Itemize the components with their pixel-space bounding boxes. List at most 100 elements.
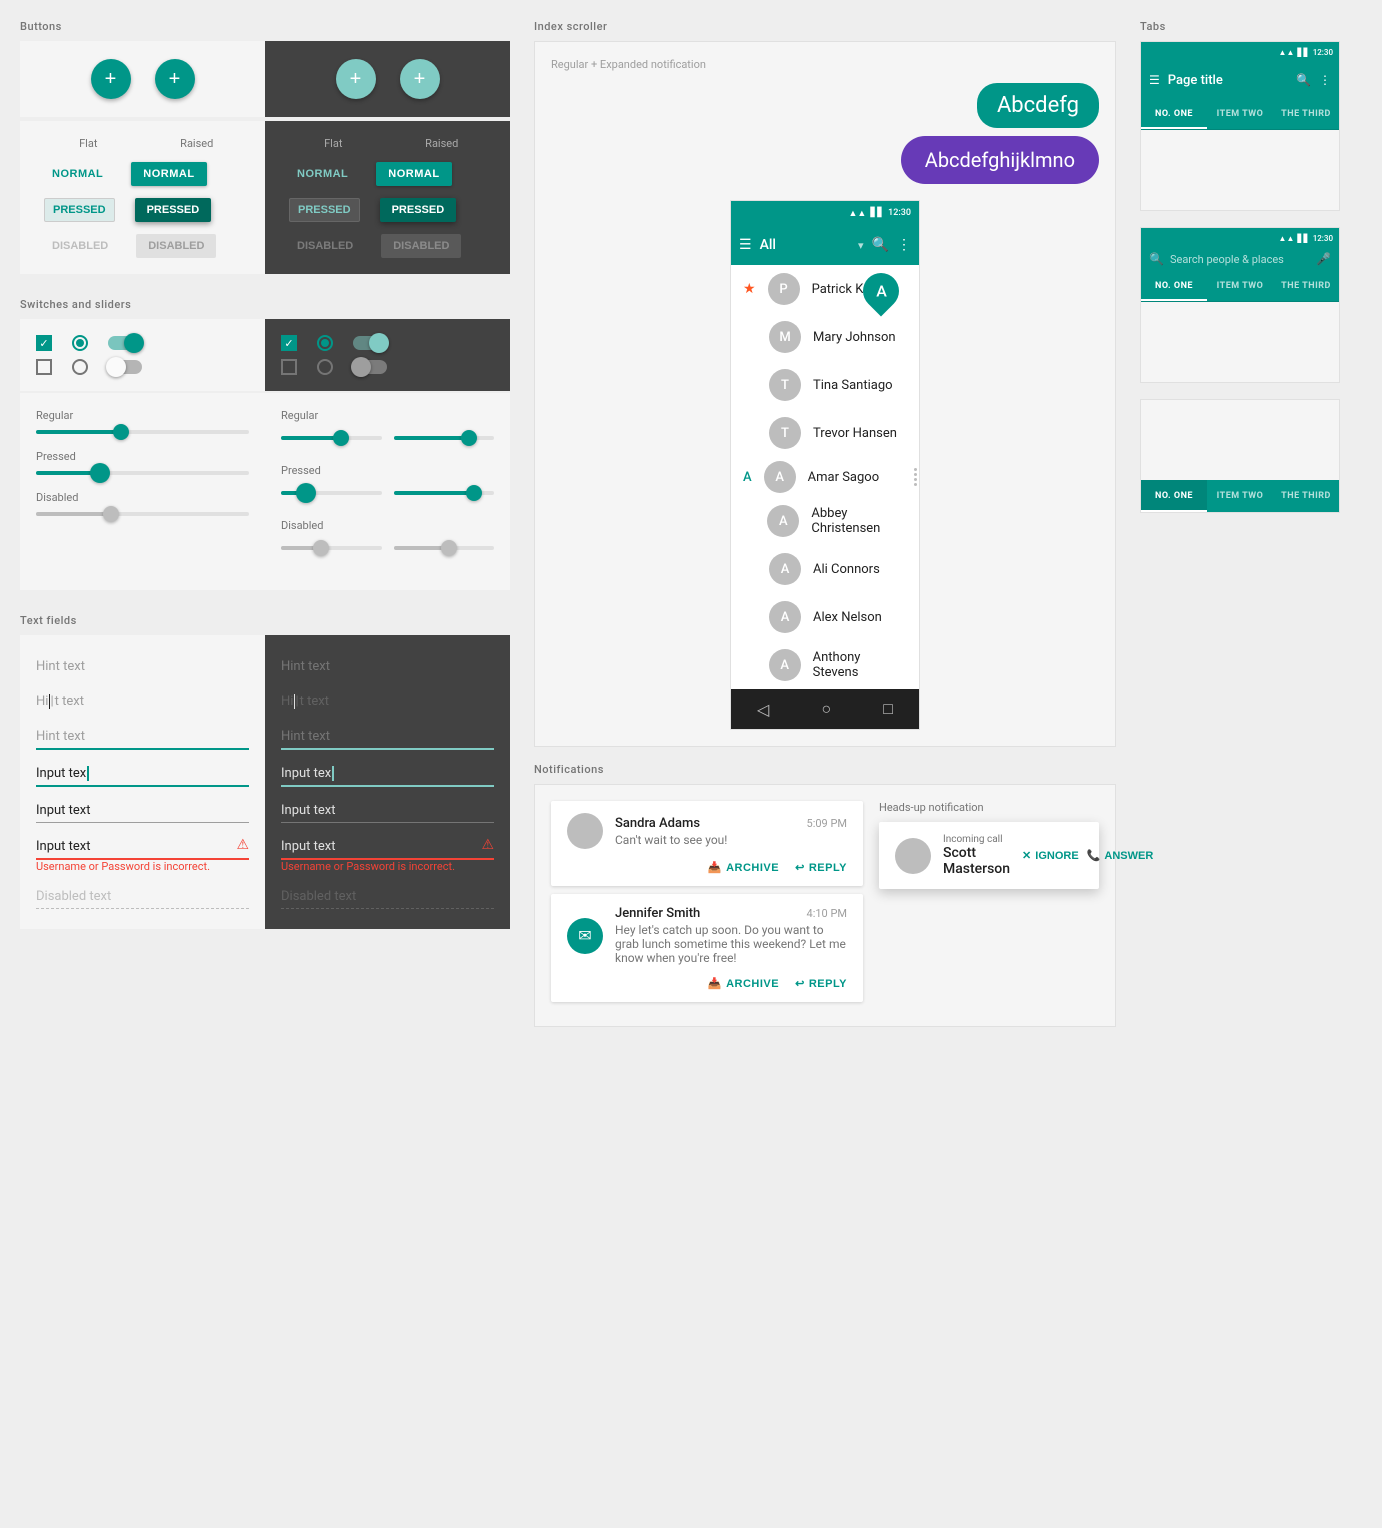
tf-active-light[interactable]: Input tex (36, 762, 249, 787)
normal-raised-light[interactable]: NORMAL (131, 162, 206, 186)
toggle-off-light[interactable] (108, 360, 142, 374)
contact-item-6[interactable]: A Ali Connors (731, 545, 919, 593)
tf-active-dark[interactable]: Input tex (281, 762, 494, 787)
notif-time-1: 5:09 PM (807, 817, 847, 830)
checkbox-off-light[interactable] (36, 359, 52, 375)
checkbox-off-dark[interactable] (281, 359, 297, 375)
toggle-off-dark[interactable] (353, 360, 387, 374)
notif-header-1: Sandra Adams 5:09 PM Can't wait to see y… (567, 813, 847, 849)
tab-3-item[interactable]: THE THIRD (1273, 98, 1339, 129)
radio-off-dark[interactable] (317, 359, 333, 375)
bottom-tab-3[interactable]: THE THIRD (1273, 480, 1339, 512)
tf-filled-light: Input text (36, 799, 249, 823)
tab-2-2-item[interactable]: ITEM TWO (1207, 270, 1273, 301)
normal-flat-light[interactable]: NORMAL (44, 162, 111, 186)
tabs-toolbar-1: ☰ Page title 🔍 ⋮ (1141, 62, 1339, 98)
signal-icon-tab: ▋▋ (1297, 48, 1309, 57)
toggle-on-light[interactable] (108, 336, 142, 350)
tab-search-icon[interactable]: 🔍 (1296, 73, 1311, 87)
tf-focused-light[interactable]: Hint text (36, 725, 249, 750)
fab-dark-button-2[interactable]: + (400, 59, 440, 99)
back-button[interactable]: ◁ (757, 700, 769, 719)
slider-light: Regular Pressed Disa (20, 393, 265, 590)
checkbox-on-dark[interactable]: ✓ (281, 335, 297, 351)
tf-error-input-dark[interactable]: Input text (281, 835, 494, 860)
checkbox-on-light[interactable]: ✓ (36, 335, 52, 351)
tf-error-input-light[interactable]: Input text (36, 835, 249, 860)
fab-button-1[interactable]: + (91, 59, 131, 99)
disabled-raised-dark: DISABLED (381, 234, 461, 258)
normal-row-dark: NORMAL NORMAL (289, 162, 486, 186)
fab-panel: + + + + (20, 41, 510, 117)
slider-track-r1[interactable] (281, 436, 382, 440)
tab-more-icon[interactable]: ⋮ (1319, 73, 1331, 87)
tab-menu-icon[interactable]: ☰ (1149, 73, 1160, 87)
tf-hint-2: Hi|t text (36, 690, 249, 713)
fab-dark-button-1[interactable]: + (336, 59, 376, 99)
tf-focused-dark[interactable]: Hint text (281, 725, 494, 750)
archive-icon-1: 📥 (708, 861, 722, 874)
tf-light: Hint text Hi|t text Hint text Input tex … (20, 635, 265, 929)
contact-item-7[interactable]: A Alex Nelson (731, 593, 919, 641)
pressed-raised-dark[interactable]: PRESSED (380, 198, 457, 222)
tabs-status-bar-2: ▲▲ ▋▋ 12:30 (1141, 228, 1339, 248)
recent-button[interactable]: □ (883, 699, 893, 719)
toggle-on-dark[interactable] (353, 336, 387, 350)
archive-button-2[interactable]: 📥 ARCHIVE (708, 977, 779, 990)
raised-label-dark: Raised (398, 137, 487, 150)
tab-2-1-item[interactable]: NO. ONE (1141, 270, 1207, 301)
bottom-tab-2[interactable]: ITEM TWO (1207, 480, 1273, 512)
reply-button-1[interactable]: ↩ REPLY (795, 861, 847, 874)
contact-name-2: Tina Santiago (813, 378, 893, 393)
menu-icon[interactable]: ☰ (739, 237, 752, 253)
tabs-content-2 (1141, 302, 1339, 382)
archive-button-1[interactable]: 📥 ARCHIVE (708, 861, 779, 874)
radio-on-light[interactable] (72, 335, 88, 351)
tab-2-item[interactable]: ITEM TWO (1207, 98, 1273, 129)
disabled-row-dark: DISABLED DISABLED (289, 234, 486, 258)
labels-row: Flat Raised (44, 137, 241, 150)
notif-name-1: Sandra Adams (615, 816, 700, 831)
home-button[interactable]: ○ (821, 699, 831, 719)
search-icon[interactable]: 🔍 (872, 237, 889, 253)
slider-track-r2[interactable] (394, 436, 495, 440)
ignore-button[interactable]: ✕ IGNORE (1022, 849, 1079, 862)
slider-track-pressed[interactable] (36, 471, 249, 475)
flat-raised-panel: Flat Raised NORMAL NORMAL PRESSED PRESSE… (20, 121, 510, 274)
search-bar-row: 🔍 Search people & places 🎤 (1141, 248, 1339, 270)
wifi-icon-tab2: ▲▲ (1279, 234, 1295, 243)
fab-button-2[interactable]: + (155, 59, 195, 99)
raised-label-light: Raised (153, 137, 242, 150)
contact-avatar-6: A (769, 553, 801, 585)
search-input-label[interactable]: Search people & places (1170, 253, 1310, 266)
reply-button-2[interactable]: ↩ REPLY (795, 977, 847, 990)
slider-track-regular[interactable] (36, 430, 249, 434)
notif-content-2: Jennifer Smith 4:10 PM Hey let's catch u… (615, 906, 847, 965)
contact-item-8[interactable]: A Anthony Stevens (731, 641, 919, 689)
more-icon[interactable]: ⋮ (897, 237, 911, 253)
radio-on-dark[interactable] (317, 335, 333, 351)
contact-item-3[interactable]: T Trevor Hansen (731, 409, 919, 457)
contact-item-2[interactable]: T Tina Santiago (731, 361, 919, 409)
normal-flat-dark[interactable]: NORMAL (289, 162, 356, 186)
pressed-raised-light[interactable]: PRESSED (135, 198, 212, 222)
pressed-flat-light[interactable]: PRESSED (44, 198, 115, 222)
tabs-phone-1: ▲▲ ▋▋ 12:30 ☰ Page title 🔍 ⋮ NO. ONE ITE… (1140, 41, 1340, 211)
switch-row-off-dark (281, 359, 494, 375)
notif-description-label: Regular + Expanded notification (551, 58, 1099, 71)
tab-2-3-item[interactable]: THE THIRD (1273, 270, 1339, 301)
search-icon-2[interactable]: 🔍 (1149, 252, 1164, 266)
contact-name-3: Trevor Hansen (813, 426, 897, 441)
tab-1-item[interactable]: NO. ONE (1141, 98, 1207, 129)
contact-item-5[interactable]: A Abbey Christensen (731, 497, 919, 545)
normal-raised-dark[interactable]: NORMAL (376, 162, 451, 186)
contact-item-1[interactable]: M Mary Johnson (731, 313, 919, 361)
disabled-raised-light: DISABLED (136, 234, 216, 258)
mic-icon[interactable]: 🎤 (1316, 252, 1331, 266)
pressed-flat-dark[interactable]: PRESSED (289, 198, 360, 222)
radio-off-light[interactable] (72, 359, 88, 375)
contact-list-container: ★ P Patrick Keenan M Mary Johnson T (731, 265, 919, 689)
bottom-tab-1[interactable]: NO. ONE (1141, 480, 1207, 512)
reply-icon-2: ↩ (795, 977, 805, 990)
slider-right-light: Regular Pres (265, 393, 510, 590)
